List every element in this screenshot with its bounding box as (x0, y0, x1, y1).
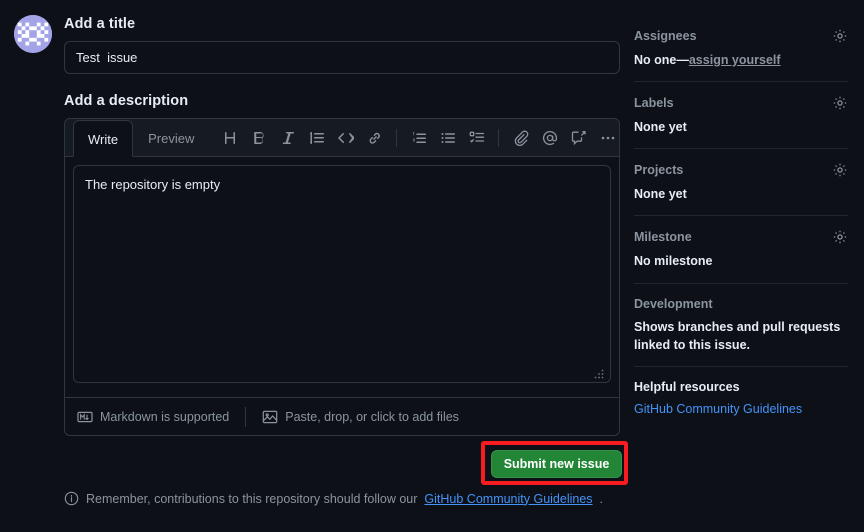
assignees-label: Assignees (634, 29, 697, 43)
gear-icon[interactable] (832, 28, 848, 44)
helpful-resources-header-row: Helpful resources (634, 380, 848, 394)
gear-icon[interactable] (832, 95, 848, 111)
title-label: Add a title (64, 16, 136, 32)
gear-icon[interactable] (832, 162, 848, 178)
description-label: Add a description (64, 93, 189, 109)
task-list-icon[interactable] (462, 124, 491, 152)
markdown-supported-label: Markdown is supported (100, 409, 230, 424)
note-guidelines-link[interactable]: GitHub Community Guidelines (424, 492, 592, 506)
assignees-header-row: Assignees (634, 28, 848, 44)
toolbar-divider-1 (396, 128, 398, 147)
new-issue-page: Add a title Add a description Write Prev… (0, 0, 864, 532)
saved-reply-icon[interactable] (564, 124, 593, 152)
development-label: Development (634, 296, 713, 311)
bold-icon[interactable] (244, 124, 273, 152)
editor-footer: Markdown is supported Paste, drop, or cl… (65, 397, 619, 435)
projects-label: Projects (634, 163, 684, 178)
link-icon[interactable] (360, 124, 389, 152)
user-avatar (14, 15, 52, 53)
issue-sidebar: Assignees No one—assign yourself Labels … (634, 28, 848, 428)
italic-icon[interactable] (273, 124, 302, 152)
issue-form: Add a title Add a description Write Prev… (64, 16, 620, 436)
quote-icon[interactable] (302, 124, 331, 152)
sidebar-section-projects: Projects None yet (634, 148, 848, 215)
info-icon (64, 491, 79, 506)
attach-files-item[interactable]: Paste, drop, or click to add files (262, 409, 459, 425)
labels-value: None yet (634, 120, 687, 135)
community-guidelines-note: Remember, contributions to this reposito… (64, 491, 603, 506)
issue-description-textarea[interactable] (73, 165, 611, 383)
editor-area (65, 157, 619, 388)
image-icon (262, 410, 278, 423)
tab-preview[interactable]: Preview (133, 119, 209, 156)
sidebar-section-development: Development Shows branches and pull requ… (634, 282, 848, 366)
development-value: Shows branches and pull requests linked … (634, 319, 841, 352)
assign-yourself-link[interactable]: assign yourself (689, 53, 781, 67)
sidebar-section-milestone: Milestone No milestone (634, 215, 848, 282)
toolbar-divider-2 (498, 128, 500, 147)
kebab-menu-icon[interactable] (593, 124, 622, 152)
sidebar-section-assignees: Assignees No one—assign yourself (634, 28, 848, 81)
identicon-icon (14, 15, 52, 53)
comment-box: Write Preview The repository is empty Ma… (64, 118, 620, 436)
labels-label: Labels (634, 96, 674, 111)
note-prefix: Remember, contributions to this reposito… (86, 491, 418, 506)
editor-tabbar: Write Preview (65, 119, 619, 157)
issue-title-input[interactable] (64, 41, 620, 74)
projects-header-row: Projects (634, 162, 848, 178)
attach-files-label: Paste, drop, or click to add files (285, 409, 459, 424)
tab-write[interactable]: Write (73, 120, 134, 157)
heading-icon[interactable] (215, 124, 244, 152)
helpful-resources-links: GitHub Community Guidelines (634, 402, 848, 416)
development-header-row: Development (634, 297, 848, 311)
sidebar-section-labels: Labels None yet (634, 81, 848, 148)
footer-divider (245, 406, 247, 427)
community-guidelines-link[interactable]: GitHub Community Guidelines (634, 402, 802, 416)
note-suffix: . (599, 491, 604, 506)
projects-value: None yet (634, 187, 687, 202)
mention-icon[interactable] (535, 124, 564, 152)
code-icon[interactable] (331, 124, 360, 152)
labels-header-row: Labels (634, 95, 848, 111)
milestone-header-row: Milestone (634, 229, 848, 245)
markdown-toolbar (215, 119, 630, 156)
milestone-label: Milestone (634, 230, 692, 245)
submit-new-issue-button[interactable]: Submit new issue (491, 450, 622, 478)
gear-icon[interactable] (832, 229, 848, 245)
helpful-resources-label: Helpful resources (634, 379, 740, 394)
unordered-list-icon[interactable] (433, 124, 462, 152)
assignees-value: No one—assign yourself (634, 51, 848, 69)
submit-highlight-box: Submit new issue (481, 441, 628, 485)
markdown-icon (77, 411, 93, 422)
markdown-supported-item[interactable]: Markdown is supported (77, 409, 229, 425)
ordered-list-icon[interactable] (404, 124, 433, 152)
attach-file-icon[interactable] (506, 124, 535, 152)
sidebar-section-helpful-resources: Helpful resources GitHub Community Guide… (634, 365, 848, 428)
milestone-value: No milestone (634, 254, 713, 269)
assignees-none-text: No one— (634, 53, 689, 67)
